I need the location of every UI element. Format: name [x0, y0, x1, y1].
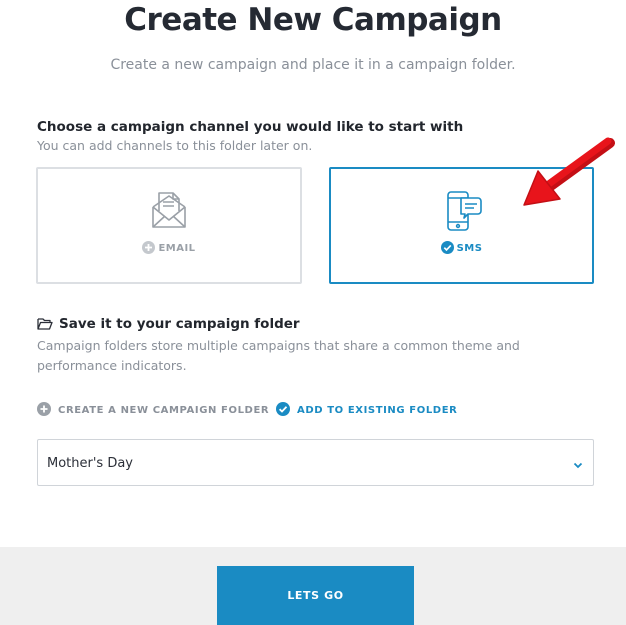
folder-select[interactable]: Mother's Day	[37, 439, 594, 486]
add-to-existing-folder-option[interactable]: ADD TO EXISTING FOLDER	[276, 402, 457, 416]
channel-card-email[interactable]: EMAIL	[36, 167, 302, 284]
check-circle-icon	[276, 402, 290, 416]
folder-section-title-text: Save it to your campaign folder	[59, 316, 300, 332]
channel-section-subtitle: You can add channels to this folder late…	[37, 138, 313, 153]
add-circle-icon	[142, 241, 156, 254]
page-title: Create New Campaign	[124, 2, 502, 38]
add-circle-icon	[37, 402, 51, 416]
channel-label-email: EMAIL	[158, 243, 196, 254]
create-new-folder-option[interactable]: CREATE A NEW CAMPAIGN FOLDER	[37, 402, 269, 416]
annotation-arrow-icon	[520, 133, 616, 217]
page-subtitle: Create a new campaign and place it in a …	[110, 57, 516, 73]
add-to-existing-folder-label: ADD TO EXISTING FOLDER	[297, 405, 458, 416]
create-new-folder-label: CREATE A NEW CAMPAIGN FOLDER	[58, 405, 270, 416]
folder-select-value: Mother's Day	[47, 456, 133, 471]
folder-section-description: Campaign folders store multiple campaign…	[37, 338, 520, 373]
channel-label-sms: SMS	[456, 243, 483, 254]
folder-section-title: Save it to your campaign folder	[37, 316, 300, 332]
chevron-down-icon	[573, 458, 583, 473]
channel-section-title: Choose a campaign channel you would like…	[37, 119, 464, 135]
phone-chat-icon	[440, 189, 484, 237]
lets-go-button[interactable]: LETS GO	[217, 566, 414, 625]
envelope-icon	[147, 191, 191, 235]
check-circle-icon	[440, 241, 454, 254]
folder-open-icon	[37, 318, 53, 330]
